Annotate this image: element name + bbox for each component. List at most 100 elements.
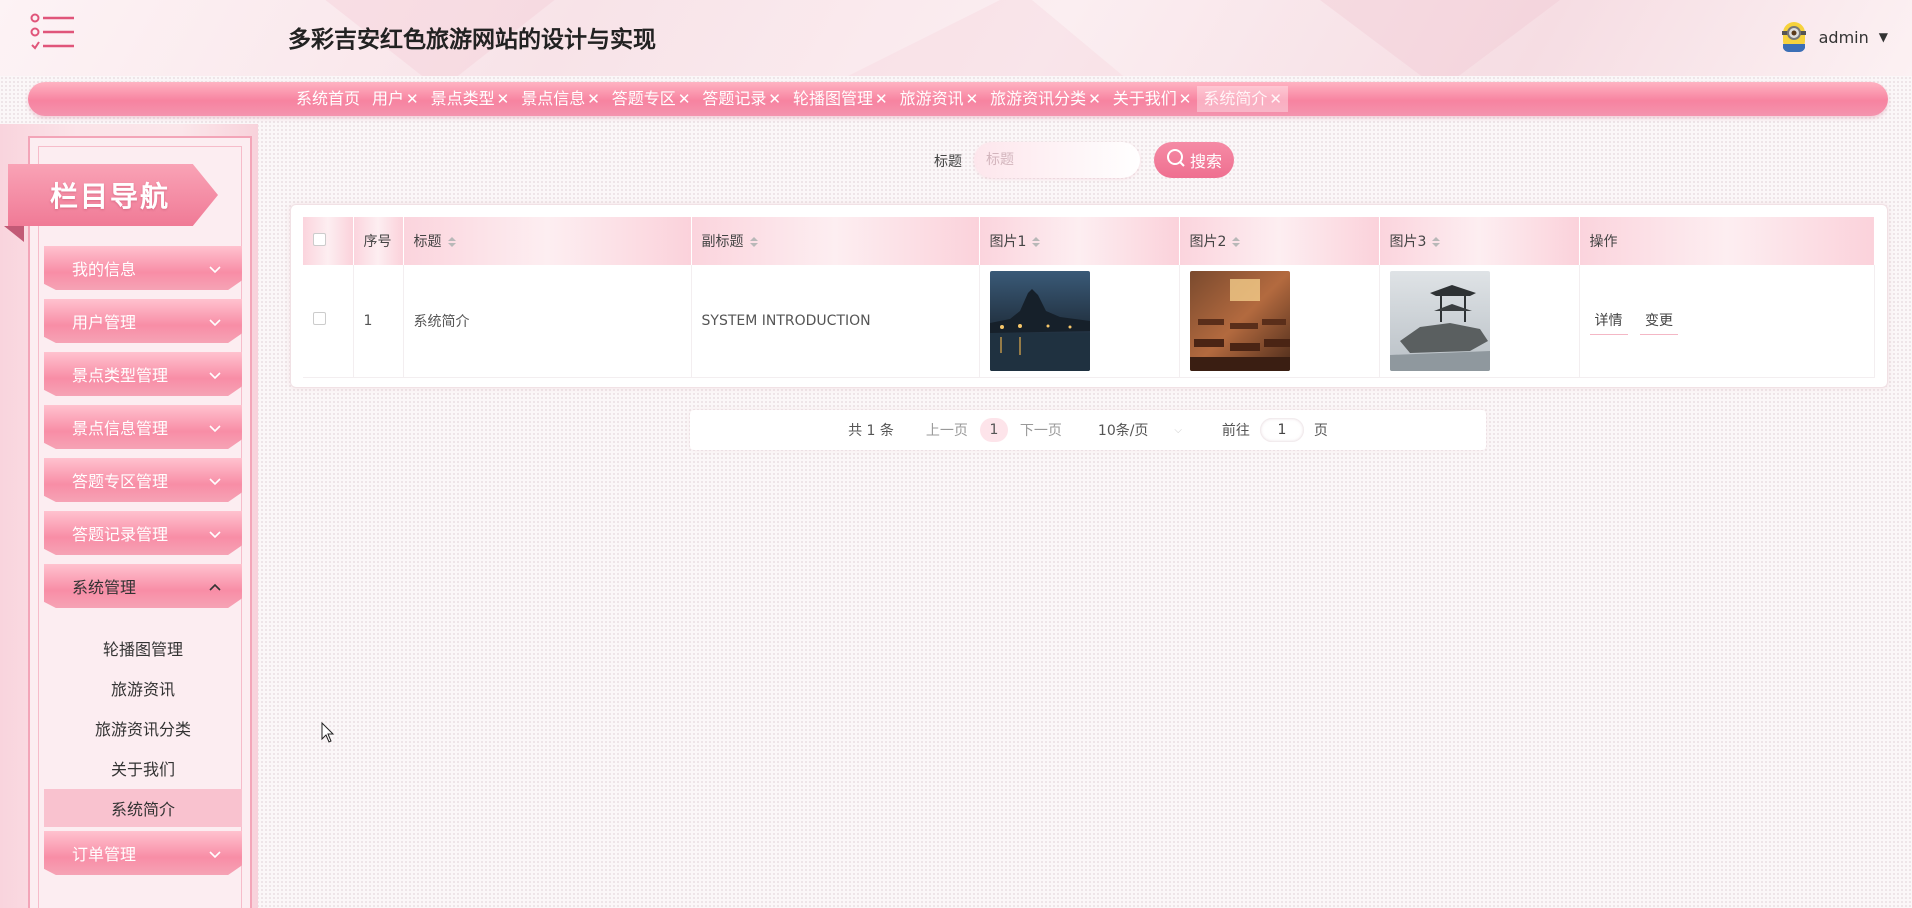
page-size-select[interactable]: 10条/页 ⌵ (1098, 420, 1182, 440)
search-button-label: 搜索 (1189, 152, 1222, 171)
column-header-subtitle[interactable]: 副标题 (691, 217, 980, 265)
row-checkbox[interactable] (313, 312, 326, 326)
close-icon[interactable]: ✕ (1269, 86, 1282, 112)
search-label: 标题 (934, 154, 962, 170)
tab-label: 系统简介 (1203, 89, 1268, 108)
sidebar-subitem-2[interactable]: 旅游资讯分类 (44, 709, 242, 747)
tab-label: 关于我们 (1112, 89, 1177, 108)
column-header-title[interactable]: 标题 (403, 217, 692, 265)
search-input[interactable] (974, 142, 1140, 178)
tab-label: 答题专区 (611, 89, 676, 108)
classroom-interior-image[interactable] (1189, 270, 1290, 371)
close-icon[interactable]: ✕ (966, 86, 979, 112)
sort-icon[interactable] (1032, 237, 1041, 247)
column-header-index: 序号 (353, 217, 404, 265)
tab-0[interactable]: 系统首页 (290, 86, 366, 112)
tabs-bar: 系统首页 用户 ✕ 景点类型 ✕ 景点信息 ✕ 答题专区 ✕ 答题记录 ✕ 轮播图管理 ✕ 旅游资讯 ✕ 旅游… (28, 82, 1888, 116)
menu-list-icon[interactable] (30, 12, 76, 52)
sidebar-item-label: 我的信息 (72, 260, 137, 279)
table-row: 1 系统简介 SYSTEM INTRODUCTION 详情 变更 (303, 265, 1875, 378)
table-card: 序号 标题 副标题 图片1 图片2 图片3 操作 1 系统简介 SYSTEM I… (290, 204, 1888, 388)
sort-icon[interactable] (1432, 237, 1441, 247)
close-icon[interactable]: ✕ (678, 86, 691, 112)
sort-icon[interactable] (749, 237, 758, 247)
night-lake-pavilion-image[interactable] (989, 270, 1090, 371)
tab-8[interactable]: 旅游资讯分类 ✕ (984, 86, 1107, 112)
tab-1[interactable]: 用户 ✕ (366, 86, 425, 112)
goto-page-input[interactable] (1259, 418, 1304, 442)
close-icon[interactable]: ✕ (1088, 86, 1101, 112)
sidebar-subitem-0[interactable]: 轮播图管理 (44, 629, 242, 667)
sidebar-subitem-4[interactable]: 系统简介 (44, 789, 242, 827)
column-header-image3[interactable]: 图片3 (1379, 217, 1580, 265)
caret-down-icon: ▼ (1878, 30, 1888, 44)
select-all-checkbox[interactable] (313, 232, 326, 246)
sidebar-item-1[interactable]: 用户管理 (44, 299, 242, 343)
sidebar-item-label: 答题记录管理 (72, 525, 169, 544)
close-icon[interactable]: ✕ (587, 86, 600, 112)
close-icon[interactable]: ✕ (406, 86, 419, 112)
column-header-image1[interactable]: 图片1 (979, 217, 1180, 265)
chevron-down-icon (208, 420, 222, 434)
tab-3[interactable]: 景点信息 ✕ (515, 86, 606, 112)
tab-label: 旅游资讯 (899, 89, 964, 108)
tab-label: 景点类型 (430, 89, 495, 108)
sidebar-item-5[interactable]: 答题记录管理 (44, 511, 242, 555)
tab-label: 轮播图管理 (792, 89, 873, 108)
tab-5[interactable]: 答题记录 ✕ (696, 86, 787, 112)
sidebar-item-label: 景点信息管理 (72, 419, 169, 438)
username-label: admin (1818, 27, 1869, 47)
sidebar-item-6[interactable]: 系统管理 (44, 564, 242, 608)
user-menu[interactable]: admin ▼ (1779, 20, 1888, 54)
search-button[interactable]: 搜索 (1154, 142, 1234, 178)
column-header-actions: 操作 (1579, 217, 1875, 265)
tab-10[interactable]: 系统简介 ✕ (1197, 86, 1288, 112)
tab-9[interactable]: 关于我们 ✕ (1107, 86, 1198, 112)
sidebar-item-3[interactable]: 景点信息管理 (44, 405, 242, 449)
chevron-down-icon (208, 473, 222, 487)
sidebar-item-2[interactable]: 景点类型管理 (44, 352, 242, 396)
table-header-row: 序号 标题 副标题 图片1 图片2 图片3 操作 (303, 217, 1875, 265)
page-number-current[interactable]: 1 (979, 418, 1008, 442)
sidebar-subitem-3[interactable]: 关于我们 (44, 749, 242, 787)
tab-6[interactable]: 轮播图管理 ✕ (787, 86, 894, 112)
detail-button[interactable]: 详情 (1589, 306, 1628, 336)
chevron-down-icon (208, 314, 222, 328)
top-header: 多彩吉安红色旅游网站的设计与实现 admin ▼ (0, 0, 1912, 76)
chevron-down-icon (208, 367, 222, 381)
row-subtitle: SYSTEM INTRODUCTION (691, 265, 980, 378)
row-index: 1 (353, 265, 404, 378)
sidebar-subitem-1[interactable]: 旅游资讯 (44, 669, 242, 707)
header-decoration (1280, 0, 1600, 76)
pavilion-on-rock-image[interactable] (1389, 270, 1490, 371)
row-title: 系统简介 (403, 265, 692, 378)
column-header-image2[interactable]: 图片2 (1179, 217, 1380, 265)
sidebar-item-label: 订单管理 (72, 845, 137, 864)
close-icon[interactable]: ✕ (1179, 86, 1192, 112)
sidebar-item-0[interactable]: 我的信息 (44, 246, 242, 290)
close-icon[interactable]: ✕ (768, 86, 781, 112)
nav-title: 栏目导航 (8, 164, 218, 226)
site-title: 多彩吉安红色旅游网站的设计与实现 (288, 27, 656, 53)
close-icon[interactable]: ✕ (875, 86, 888, 112)
next-page-button[interactable]: 下一页 (1020, 420, 1062, 440)
sidebar-item-label: 系统管理 (72, 578, 137, 597)
chevron-down-icon (208, 261, 222, 275)
tab-2[interactable]: 景点类型 ✕ (425, 86, 516, 112)
sidebar-item-label: 景点类型管理 (72, 366, 169, 385)
sort-icon[interactable] (1232, 237, 1241, 247)
data-table: 序号 标题 副标题 图片1 图片2 图片3 操作 1 系统简介 SYSTEM I… (303, 217, 1875, 378)
tab-label: 答题记录 (702, 89, 767, 108)
chevron-down-icon (208, 846, 222, 860)
pagination: 共 1 条 上一页 1 下一页 10条/页 ⌵ 前往 页 (690, 410, 1486, 450)
close-icon[interactable]: ✕ (497, 86, 510, 112)
tab-4[interactable]: 答题专区 ✕ (606, 86, 697, 112)
sidebar-item-7[interactable]: 订单管理 (44, 831, 242, 875)
sort-icon[interactable] (447, 237, 456, 247)
tab-label: 景点信息 (521, 89, 586, 108)
edit-button[interactable]: 变更 (1639, 306, 1678, 336)
select-all-header (303, 217, 354, 265)
prev-page-button[interactable]: 上一页 (926, 420, 968, 440)
sidebar-item-4[interactable]: 答题专区管理 (44, 458, 242, 502)
tab-7[interactable]: 旅游资讯 ✕ (894, 86, 985, 112)
